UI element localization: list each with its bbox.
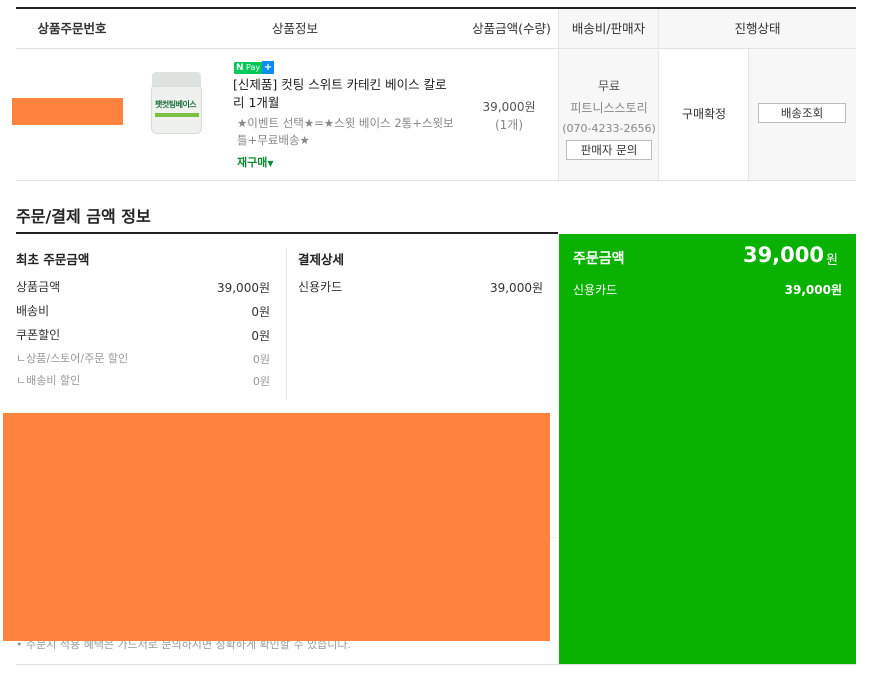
payment-detail-method: 신용카드 xyxy=(298,280,343,294)
row-divider xyxy=(16,180,856,181)
order-total-amount: 39,000 xyxy=(742,243,824,267)
header-shipping-seller: 배송비/판매자 xyxy=(571,21,646,36)
order-total-title: 주문금액 xyxy=(573,251,625,267)
seller-inquiry-button[interactable]: 판매자 문의 xyxy=(566,140,652,160)
product-image-stripe xyxy=(155,113,199,117)
line-label-product-amount: 상품금액 xyxy=(16,280,61,294)
product-image-body: 팻컷팅베이스 xyxy=(151,86,202,134)
shipping-lookup-button[interactable]: 배송조회 xyxy=(758,103,846,123)
rebuy-label: 재구매 xyxy=(237,156,268,169)
payment-section-title: 주문/결제 금액 정보 xyxy=(16,207,151,226)
product-price: 39,000원 xyxy=(482,100,536,114)
col-divider-action xyxy=(748,49,749,180)
npay-pay-text: Pay xyxy=(246,63,261,72)
line-label-coupon: 쿠폰할인 xyxy=(16,328,61,342)
order-total-unit: 원 xyxy=(826,253,838,268)
order-status: 구매확정 xyxy=(681,107,727,121)
bottom-border xyxy=(16,664,856,665)
payment-section-border xyxy=(16,232,558,234)
sub-line-label-store-discount: ㄴ상품/스토어/주문 할인 xyxy=(16,352,129,365)
chevron-down-icon: ▼ xyxy=(267,159,274,168)
line-value-coupon: 0원 xyxy=(251,329,270,343)
seller-phone: (070-4233-2656) xyxy=(562,122,656,135)
rebuy-link[interactable]: 재구매▼ xyxy=(237,154,274,170)
sub-line-value-store-discount: 0원 xyxy=(252,353,270,366)
sub-line-value-shipping-discount: 0원 xyxy=(252,375,270,388)
header-product-info: 상품정보 xyxy=(271,21,318,36)
npay-n-icon: N xyxy=(236,63,244,73)
col-divider-status xyxy=(658,9,659,180)
order-total-panel xyxy=(559,234,856,664)
payment-detail-amount: 39,000원 xyxy=(489,281,543,295)
header-divider xyxy=(16,48,856,49)
order-total-method-amount: 39,000원 xyxy=(784,283,842,297)
product-option: ★이벤트 선택★=★스윗 베이스 2통+스윗보틀+무료배송★ xyxy=(237,116,454,147)
product-image-label: 팻컷팅베이스 xyxy=(155,100,197,109)
redacted-block xyxy=(3,413,550,641)
sub-line-label-shipping-discount: ㄴ배송비 할인 xyxy=(16,374,81,387)
col-divider-shipping xyxy=(558,9,559,180)
product-title-link[interactable]: [신제품] 컷팅 스위트 카테킨 베이스 칼로리 1개월 xyxy=(233,76,457,112)
header-order-no: 상품주문번호 xyxy=(37,21,107,36)
npay-plus-icon: + xyxy=(262,61,274,74)
line-label-shipping: 배송비 xyxy=(16,304,50,318)
header-price-qty: 상품금액(수량) xyxy=(472,21,551,36)
header-status: 진행상태 xyxy=(734,21,781,36)
payment-detail-title: 결제상세 xyxy=(298,252,345,267)
line-value-product-amount: 39,000원 xyxy=(216,281,270,295)
order-number-redacted xyxy=(12,98,123,125)
product-image-lid xyxy=(152,72,201,87)
line-value-shipping: 0원 xyxy=(251,305,270,319)
product-image[interactable]: 팻컷팅베이스 xyxy=(151,70,202,134)
product-quantity: (1개) xyxy=(494,118,524,132)
payment-column-divider xyxy=(286,248,287,400)
shipping-fee: 무료 xyxy=(597,79,621,93)
seller-name: 피트니스스토리 xyxy=(570,101,648,115)
order-total-method: 신용카드 xyxy=(573,283,618,297)
original-amount-title: 최초 주문금액 xyxy=(16,252,90,267)
npay-plus-badge: N Pay + xyxy=(234,61,274,74)
